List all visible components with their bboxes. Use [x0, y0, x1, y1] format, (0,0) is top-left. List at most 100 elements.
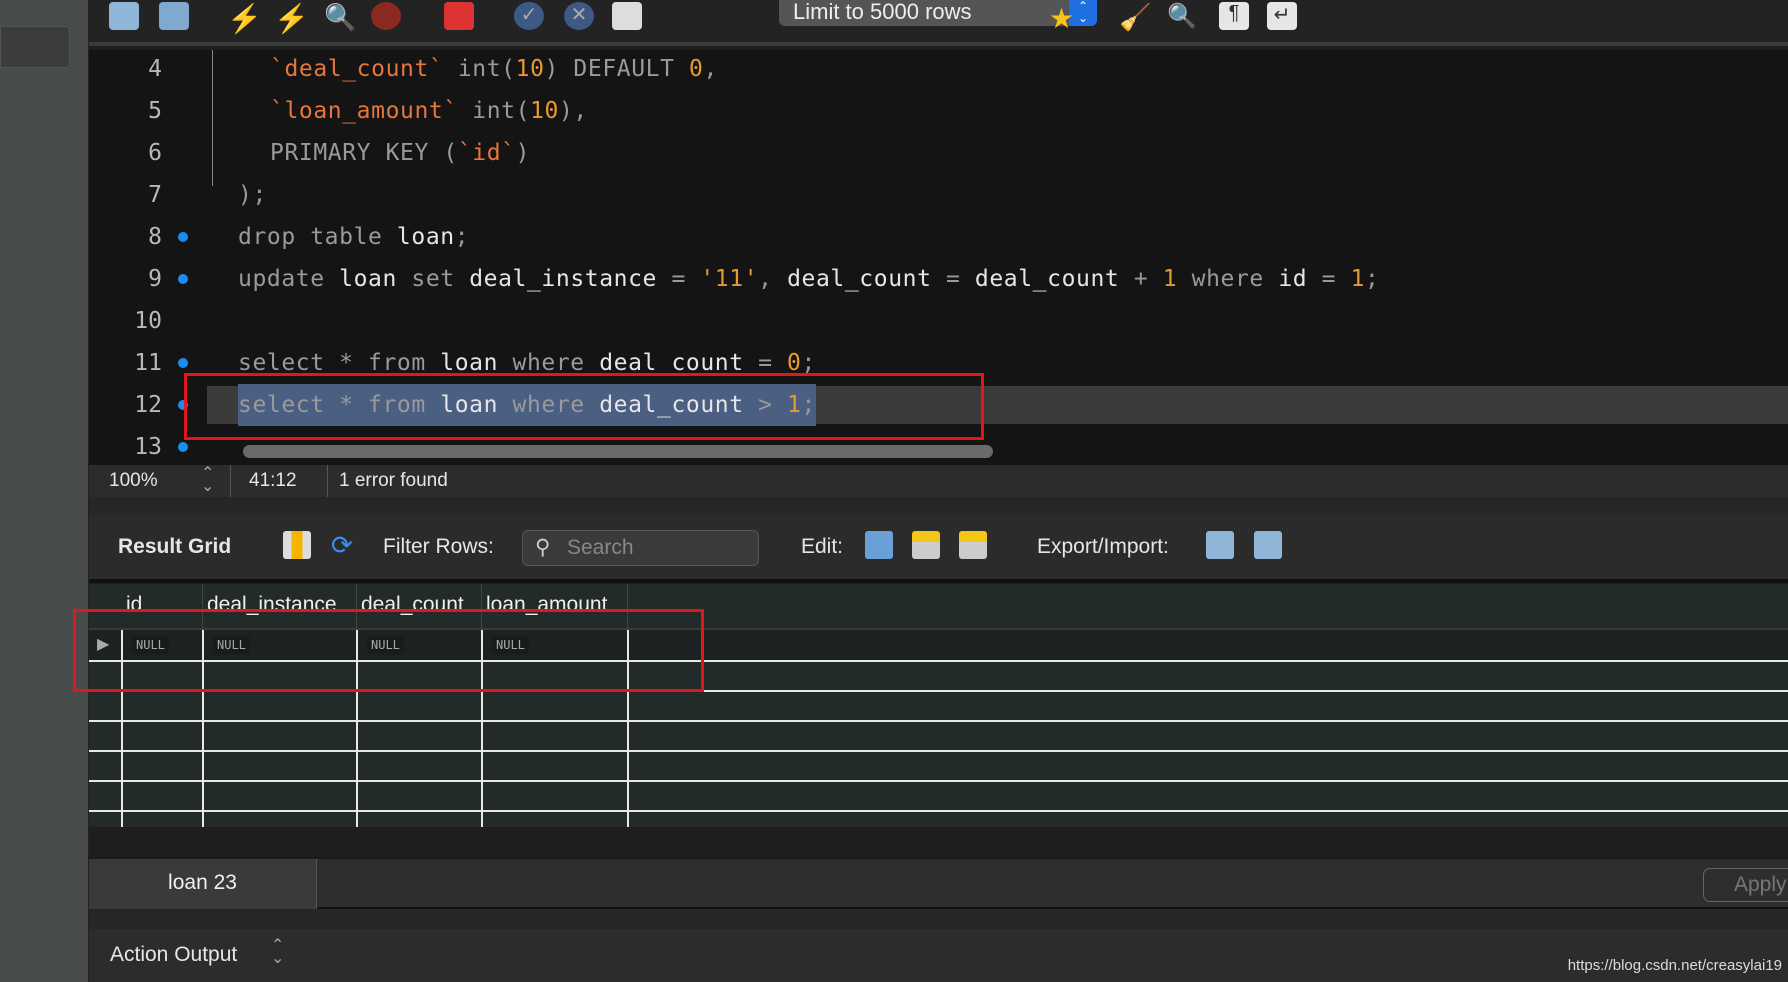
line-number: 11 — [134, 350, 162, 376]
code-token: where — [1177, 266, 1279, 292]
output-panel: Action Output ⌃ ⌄ — [89, 929, 1788, 982]
output-type-select[interactable]: Action Output — [110, 943, 237, 967]
open-file-icon[interactable] — [109, 2, 139, 30]
code-token: id — [1278, 266, 1308, 292]
commit-icon[interactable]: ✓ — [514, 2, 544, 30]
code-token: deal_count — [787, 266, 932, 292]
code-token: `id` — [457, 140, 516, 166]
splitter[interactable] — [89, 909, 1788, 929]
execute-icon[interactable]: ⚡ — [227, 2, 262, 34]
sidebar-panel — [0, 26, 70, 68]
code-token: , — [703, 56, 718, 82]
toggle-error-icon[interactable] — [444, 2, 474, 30]
code-token: update — [238, 266, 340, 292]
code-token: int( — [457, 98, 531, 124]
execute-current-icon[interactable]: ⚡ — [274, 2, 309, 34]
code-line[interactable]: 10 — [89, 300, 1788, 342]
code-token: 0 — [689, 56, 704, 82]
code-token: = — [1307, 266, 1351, 292]
zoom-stepper-icon[interactable]: ⌃ ⌄ — [201, 466, 214, 495]
line-number: 6 — [148, 140, 162, 166]
code-token: 10 — [530, 98, 559, 124]
code-line[interactable]: 4 `deal_count` int(10) DEFAULT 0, — [89, 50, 1788, 90]
export-import-label: Export/Import: — [1037, 535, 1169, 558]
code-line[interactable]: 8 drop table loan; — [89, 216, 1788, 258]
result-toolbar: Result Grid ⟳ Filter Rows: ⚲ Search Edit:… — [89, 515, 1788, 583]
code-line[interactable]: 7); — [89, 174, 1788, 216]
splitter[interactable] — [89, 497, 1788, 515]
filter-rows-label: Filter Rows: — [383, 535, 494, 558]
code-token: set — [396, 266, 470, 292]
error-status[interactable]: 1 error found — [339, 470, 448, 492]
annotation-box-query — [184, 373, 984, 440]
line-number: 4 — [148, 56, 162, 82]
edit-cell-icon[interactable] — [865, 531, 893, 559]
invisibles-icon[interactable]: ¶ — [1219, 2, 1249, 30]
code-token: = — [657, 266, 701, 292]
beautify-icon[interactable]: 🧹 — [1119, 2, 1151, 32]
apply-button[interactable]: Apply — [1703, 868, 1788, 902]
explain-icon[interactable]: 🔍 — [324, 2, 356, 32]
code-text: drop table loan; — [238, 216, 469, 258]
tab-loan[interactable]: loan 23 — [89, 859, 317, 909]
save-icon[interactable] — [159, 2, 189, 30]
code-token: `loan_amount` — [270, 98, 458, 124]
toolbar: ⚡ ⚡ 🔍 ✓ ✕ Limit to 5000 rows ⌃ ⌄ ★ 🧹 🔍 ¶ ↵ — [89, 0, 1788, 46]
watermark: https://blog.csdn.net/creasylai19 — [1567, 957, 1782, 974]
statement-marker-icon — [178, 358, 188, 368]
result-grid-label: Result Grid — [118, 535, 232, 558]
code-token: int( — [443, 56, 516, 82]
code-text: PRIMARY KEY (`id`) — [270, 132, 530, 174]
code-token: + — [1119, 266, 1163, 292]
code-token: ; — [454, 224, 470, 250]
refresh-icon[interactable]: ⟳ — [331, 531, 359, 559]
export-icon[interactable] — [1206, 531, 1234, 559]
code-token: deal_count — [974, 266, 1120, 292]
annotation-box-result — [73, 609, 704, 692]
wrap-icon[interactable]: ↵ — [1267, 2, 1297, 30]
code-line[interactable]: 5 `loan_amount` int(10), — [89, 90, 1788, 132]
line-number: 13 — [134, 434, 162, 460]
code-token: loan — [396, 224, 455, 250]
limit-rows-value: Limit to 5000 rows — [793, 0, 972, 24]
chevron-updown-icon[interactable]: ⌃ ⌄ — [271, 938, 284, 967]
code-token: ) DEFAULT — [544, 56, 690, 82]
code-text: `loan_amount` int(10), — [270, 90, 588, 132]
line-number: 12 — [134, 392, 162, 418]
code-token: drop table — [238, 224, 397, 250]
statement-marker-icon — [178, 274, 188, 284]
line-number: 10 — [134, 308, 162, 334]
code-token: ) — [515, 140, 531, 166]
statement-marker-icon — [178, 442, 188, 452]
code-token: , — [758, 266, 788, 292]
cursor-position: 41:12 — [249, 470, 297, 491]
code-line[interactable]: 9 update loan set deal_instance = '11', d… — [89, 258, 1788, 300]
find-icon[interactable]: 🔍 — [1167, 2, 1197, 30]
code-token: PRIMARY KEY ( — [270, 140, 458, 166]
code-token: deal_instance — [469, 266, 658, 292]
line-number: 8 — [148, 224, 162, 250]
delete-row-icon[interactable] — [959, 531, 987, 559]
code-token: loan — [339, 266, 397, 292]
line-number: 5 — [148, 98, 162, 124]
filter-search-input[interactable]: ⚲ Search — [522, 530, 759, 566]
zoom-level[interactable]: 100% — [109, 470, 158, 492]
code-text: ); — [238, 174, 267, 216]
grid-view-icon[interactable] — [283, 531, 311, 559]
code-text: update loan set deal_instance = '11', de… — [238, 258, 1379, 300]
result-tabs: loan 23 Apply — [89, 857, 1788, 909]
code-line[interactable]: 6 PRIMARY KEY (`id`) — [89, 132, 1788, 174]
search-placeholder: Search — [567, 536, 634, 559]
import-icon[interactable] — [1254, 531, 1282, 559]
autocommit-icon[interactable] — [612, 2, 642, 30]
add-row-icon[interactable] — [912, 531, 940, 559]
rollback-icon[interactable]: ✕ — [564, 2, 594, 30]
add-snippet-icon[interactable]: ★ — [1049, 2, 1079, 34]
horizontal-scrollbar[interactable] — [243, 445, 993, 458]
edit-label: Edit: — [801, 535, 844, 558]
search-icon: ⚲ — [535, 536, 551, 559]
line-number: 7 — [148, 182, 162, 208]
stop-icon[interactable] — [371, 2, 401, 30]
code-token: ; — [1365, 266, 1380, 292]
code-token: = — [931, 266, 975, 292]
